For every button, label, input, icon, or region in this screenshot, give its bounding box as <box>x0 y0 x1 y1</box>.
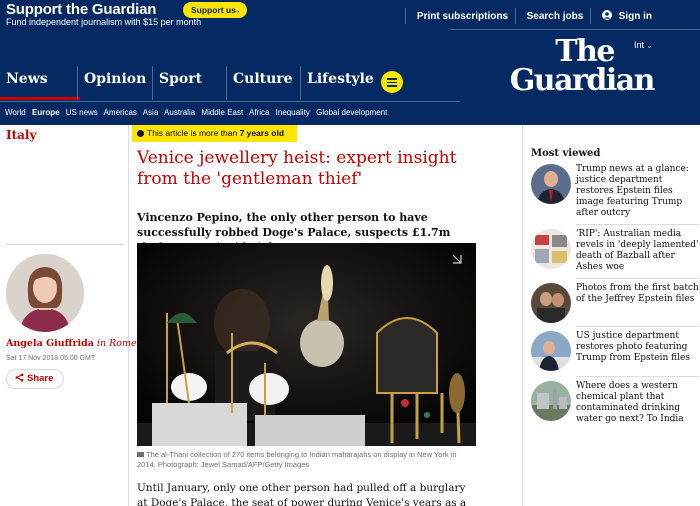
arrow-right-icon: → <box>232 5 241 15</box>
support-us-button[interactable]: Support us → <box>183 2 247 18</box>
divider <box>514 8 516 24</box>
logo-guardian: Guardian <box>509 63 656 98</box>
print-subscriptions-link[interactable]: Print subscriptions <box>417 11 508 22</box>
support-us-label: Support us <box>191 5 236 15</box>
sign-in-link[interactable]: Sign in <box>601 9 652 22</box>
most-viewed-headline: 'RIP': Australian media revels in 'deepl… <box>576 229 699 272</box>
subnav-global-development[interactable]: Global development <box>316 108 387 117</box>
subnav-australia[interactable]: Australia <box>164 108 195 117</box>
thumbnail-image <box>531 283 571 323</box>
top-links: Print subscriptions Search jobs Sign in <box>401 8 652 24</box>
subnav-europe[interactable]: Europe <box>32 108 60 117</box>
logo-the: The <box>555 34 615 69</box>
most-viewed-item[interactable]: Photos from the first batch of the Jeffr… <box>531 283 699 331</box>
share-label: Share <box>27 373 54 384</box>
author-byline: Angela Giuffrida in Rome <box>6 338 137 349</box>
most-viewed-headline: Trump news at a glance: justice departme… <box>576 164 689 218</box>
author-name[interactable]: Angela Giuffrida <box>6 338 94 349</box>
divider <box>576 278 699 279</box>
most-viewed-item[interactable]: 'RIP': Australian media revels in 'deepl… <box>531 229 699 277</box>
most-viewed-item[interactable]: Where does a western chemical plant that… <box>531 381 699 429</box>
share-icon <box>15 373 24 382</box>
thumbnail-image <box>531 229 571 269</box>
subnav-africa[interactable]: Africa <box>249 108 269 117</box>
byline-divider <box>6 244 124 245</box>
subnav-inequality[interactable]: Inequality <box>276 108 310 117</box>
support-subtitle: Fund independent journalism with $15 per… <box>6 17 202 27</box>
support-title: Support the Guardian <box>6 1 157 18</box>
thumbnail-image <box>531 164 571 204</box>
most-viewed-title: Most viewed <box>531 148 601 159</box>
age-warning-age: 7 years old <box>239 128 285 138</box>
pillar-opinion[interactable]: Opinion <box>77 66 152 100</box>
article-body: Until January, only one other person had… <box>137 482 467 506</box>
subnav-divider <box>0 101 460 102</box>
thumbnail-image <box>531 381 571 421</box>
subnav-asia[interactable]: Asia <box>143 108 159 117</box>
most-viewed-headline: Where does a western chemical plant that… <box>576 381 684 424</box>
header-divider <box>450 29 700 30</box>
site-header: Support the Guardian Fund independent jo… <box>0 0 700 125</box>
image-caption: The al-Thani collection of 270 items bel… <box>137 450 477 470</box>
thumbnail-image <box>531 331 571 371</box>
guardian-logo[interactable]: The Guardian <box>478 34 656 98</box>
camera-icon <box>137 452 144 457</box>
share-button[interactable]: Share <box>6 369 64 389</box>
jewellery-photo <box>137 243 476 446</box>
most-viewed-headline: US justice department restores photo fea… <box>576 331 690 363</box>
most-viewed-headline: Photos from the first batch of the Jeffr… <box>576 283 699 304</box>
section-label[interactable]: Italy <box>6 128 36 142</box>
author-location: in Rome <box>96 338 137 349</box>
sub-nav: World Europe US news Americas Asia Austr… <box>5 108 391 117</box>
divider <box>576 224 699 225</box>
main-media-image[interactable] <box>137 243 476 446</box>
subnav-americas[interactable]: Americas <box>104 108 137 117</box>
divider <box>590 8 592 24</box>
most-viewed-item[interactable]: US justice department restores photo fea… <box>531 331 699 379</box>
divider <box>576 326 699 327</box>
article-age-warning: This article is more than 7 years old <box>132 125 297 142</box>
pillar-news[interactable]: News <box>0 66 80 100</box>
pillar-lifestyle[interactable]: Lifestyle <box>300 66 376 100</box>
menu-button[interactable] <box>381 71 403 93</box>
publication-date: Sat 17 Nov 2018 05.00 GMT <box>6 355 96 362</box>
header-divider <box>0 29 450 30</box>
author-photo <box>6 254 84 332</box>
sign-in-label: Sign in <box>618 10 652 22</box>
divider <box>576 376 699 377</box>
subnav-world[interactable]: World <box>5 108 26 117</box>
search-jobs-link[interactable]: Search jobs <box>527 11 584 22</box>
clock-icon <box>137 129 144 137</box>
divider <box>405 8 407 24</box>
column-divider <box>522 125 523 506</box>
image-caption-text: The al-Thani collection of 270 items bel… <box>137 450 457 469</box>
most-viewed-item[interactable]: Trump news at a glance: justice departme… <box>531 164 699 218</box>
column-divider <box>128 125 129 506</box>
subnav-us-news[interactable]: US news <box>66 108 98 117</box>
user-icon <box>601 9 612 20</box>
pillar-sport[interactable]: Sport <box>152 66 226 100</box>
subnav-middle-east[interactable]: Middle East <box>201 108 243 117</box>
age-warning-text: This article is more than <box>147 128 240 138</box>
article-headline: Venice jewellery heist: expert insight f… <box>137 148 457 189</box>
pillar-culture[interactable]: Culture <box>226 66 300 100</box>
author-avatar <box>6 254 84 332</box>
